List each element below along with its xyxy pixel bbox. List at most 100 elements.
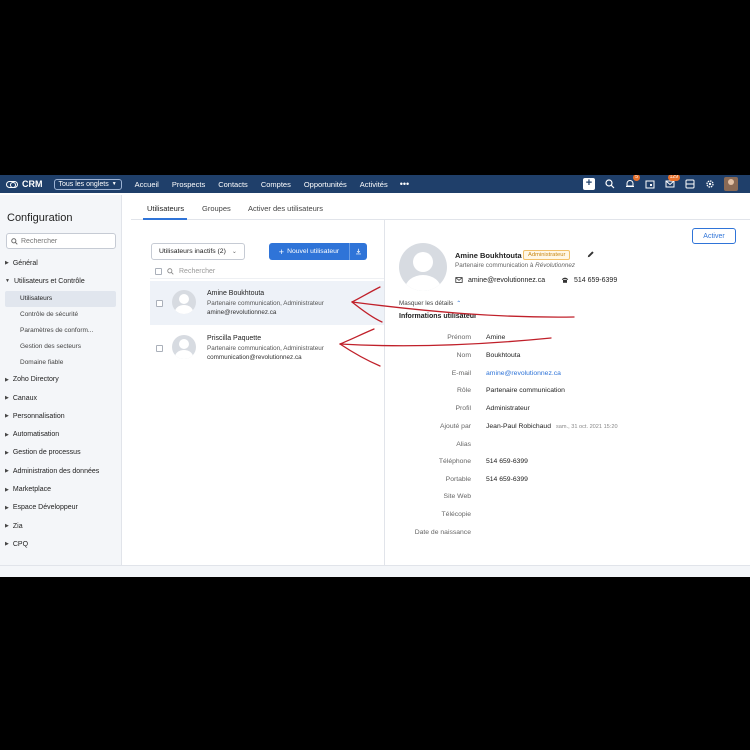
sidebar-item-marketplace[interactable]: ▶ Marketplace: [0, 480, 122, 498]
list-divider: [150, 278, 385, 279]
tab-groups[interactable]: Groupes: [202, 204, 231, 213]
caret-right-icon: ▶: [5, 431, 9, 438]
nav-comptes[interactable]: Comptes: [261, 180, 291, 189]
sidebar-item-label: Espace Développeur: [12, 504, 78, 512]
more-nav-icon[interactable]: •••: [400, 179, 409, 189]
sidebar-item-cpq[interactable]: ▶ CPQ: [0, 535, 122, 553]
hide-details-link[interactable]: Masquer les détails ⌃: [399, 300, 461, 307]
chevron-up-icon: ⌃: [456, 301, 462, 307]
field-label: Nom: [456, 352, 471, 359]
download-icon[interactable]: [350, 243, 367, 260]
create-plus-icon[interactable]: +: [583, 178, 595, 190]
activate-button[interactable]: Activer: [692, 228, 736, 244]
user-role: Partenaire communication, Administrateur: [207, 345, 324, 352]
sidebar-item-automation[interactable]: ▶ Automatisation: [0, 425, 122, 443]
caret-right-icon: ▶: [5, 376, 9, 383]
user-avatar[interactable]: [724, 177, 738, 191]
sidebar-item-process[interactable]: ▶ Gestion de processus: [0, 444, 122, 462]
mail-icon[interactable]: 129: [664, 175, 680, 190]
field-value: Amine: [486, 334, 506, 341]
nav-activites[interactable]: Activités: [360, 180, 388, 189]
field-label: Date de naissance: [414, 529, 471, 536]
pencil-icon[interactable]: [586, 250, 595, 259]
tab-users[interactable]: Utilisateurs: [147, 204, 184, 213]
sidebar-item-channels[interactable]: ▶ Canaux: [0, 389, 122, 407]
caret-down-icon: ▼: [111, 181, 117, 187]
search-icon: [11, 237, 18, 245]
sidebar-item-zoho-directory[interactable]: ▶ Zoho Directory: [0, 371, 122, 389]
user-name: Amine Boukhtouta: [207, 290, 265, 297]
sidebar-subitem-security[interactable]: Contrôle de sécurité: [0, 307, 116, 323]
bell-icon[interactable]: 5: [624, 175, 640, 190]
field-value-added-by: Jean-Paul Robichaud sam., 31 oct. 2021 15…: [486, 423, 618, 430]
calendar-icon[interactable]: [644, 179, 655, 190]
all-tabs-label: Tous les onglets: [58, 180, 109, 188]
hide-details-label: Masquer les détails: [399, 300, 454, 307]
sidebar-item-label: Administration des données: [12, 467, 100, 475]
caret-right-icon: ▶: [5, 523, 9, 530]
row-checkbox[interactable]: [156, 345, 163, 352]
list-search[interactable]: Rechercher: [155, 268, 215, 275]
sidebar-item-label: Personnalisation: [12, 412, 65, 420]
field-label: Rôle: [457, 387, 471, 394]
sidebar-subitem-users[interactable]: Utilisateurs: [5, 290, 116, 307]
sidebar-item-general[interactable]: ▶ Général: [0, 254, 122, 272]
sidebar-item-label: Canaux: [12, 394, 37, 402]
user-profile-avatar: [399, 243, 447, 291]
user-email: amine@revolutionnez.ca: [207, 309, 277, 316]
field-label: Portable: [445, 476, 471, 483]
sidebar-menu: ▶ Général ▼ Utilisateurs et Contrôle Utili…: [0, 254, 122, 554]
top-nav-bar: CRM Tous les onglets ▼ Accueil Prospects…: [0, 175, 750, 193]
gear-icon[interactable]: [704, 179, 715, 190]
sidebar-subitem-territories[interactable]: Gestion des secteurs: [0, 339, 116, 355]
sidebar-search[interactable]: [6, 233, 116, 249]
field-label: Alias: [456, 441, 471, 448]
sidebar-subitem-compliance[interactable]: Paramètres de conform...: [0, 323, 116, 339]
sidebar-item-users-control[interactable]: ▼ Utilisateurs et Contrôle: [0, 272, 122, 290]
mail-icon: [455, 277, 463, 283]
select-all-checkbox[interactable]: [155, 268, 162, 275]
sidebar-subitem-trusted-domain[interactable]: Domaine fiable: [0, 355, 116, 371]
search-icon[interactable]: [604, 179, 615, 190]
user-filter-select[interactable]: Utilisateurs inactifs (2) ⌄: [151, 243, 245, 260]
nav-opportunites[interactable]: Opportunités: [304, 180, 347, 189]
sidebar-search-input[interactable]: [21, 237, 111, 245]
field-value: Boukhtouta: [486, 352, 521, 359]
user-row[interactable]: Amine Boukhtouta Partenaire communicatio…: [150, 281, 385, 325]
users-main-panel: Utilisateurs Groupes Activer des utilisa…: [131, 195, 750, 565]
brand[interactable]: CRM: [6, 179, 43, 189]
field-value-email[interactable]: amine@revolutionnez.ca: [486, 370, 561, 377]
detail-user-name: Amine Boukhtouta: [455, 251, 522, 260]
sidebar-item-label: Zia: [12, 522, 23, 530]
user-row[interactable]: Priscilla Paquette Partenaire communicat…: [150, 326, 385, 370]
field-label: Ajouté par: [440, 423, 471, 430]
all-tabs-button[interactable]: Tous les onglets ▼: [53, 178, 122, 190]
nav-prospects[interactable]: Prospects: [172, 180, 205, 189]
detail-subtitle: Partenaire communication à Révolutionnez: [455, 262, 575, 269]
settings-sidebar: Configuration ▶Général ▼Utilisateurs et …: [0, 195, 122, 577]
user-avatar: [172, 290, 196, 314]
notification-badge: 5: [633, 175, 640, 181]
apps-icon[interactable]: [684, 179, 695, 190]
sidebar-item-label: Général: [12, 259, 38, 267]
tab-activate-users[interactable]: Activer des utilisateurs: [248, 204, 323, 213]
nav-contacts[interactable]: Contacts: [218, 180, 248, 189]
sidebar-item-zia[interactable]: ▶ Zia: [0, 517, 122, 535]
field-value: Administrateur: [486, 405, 530, 412]
field-label: Site Web: [443, 493, 471, 500]
nav-accueil[interactable]: Accueil: [135, 180, 159, 189]
sidebar-item-data-admin[interactable]: ▶ Administration des données: [0, 462, 122, 480]
sidebar-title: Configuration: [7, 212, 73, 224]
sidebar-item-developer[interactable]: ▶ Espace Développeur: [0, 499, 122, 517]
sidebar-item-customization[interactable]: ▶ Personnalisation: [0, 407, 122, 425]
search-icon: [167, 268, 174, 275]
caret-right-icon: ▶: [5, 486, 9, 493]
new-user-button[interactable]: + Nouvel utilisateur: [269, 243, 350, 260]
row-checkbox[interactable]: [156, 300, 163, 307]
chevron-down-icon: ⌄: [231, 249, 237, 255]
detail-phone-value: 514 659-6399: [574, 276, 618, 284]
user-role: Partenaire communication, Administrateur: [207, 300, 324, 307]
sidebar-item-label: Marketplace: [12, 486, 51, 494]
caret-right-icon: ▶: [5, 413, 9, 420]
user-email: communication@revolutionnez.ca: [207, 354, 302, 361]
